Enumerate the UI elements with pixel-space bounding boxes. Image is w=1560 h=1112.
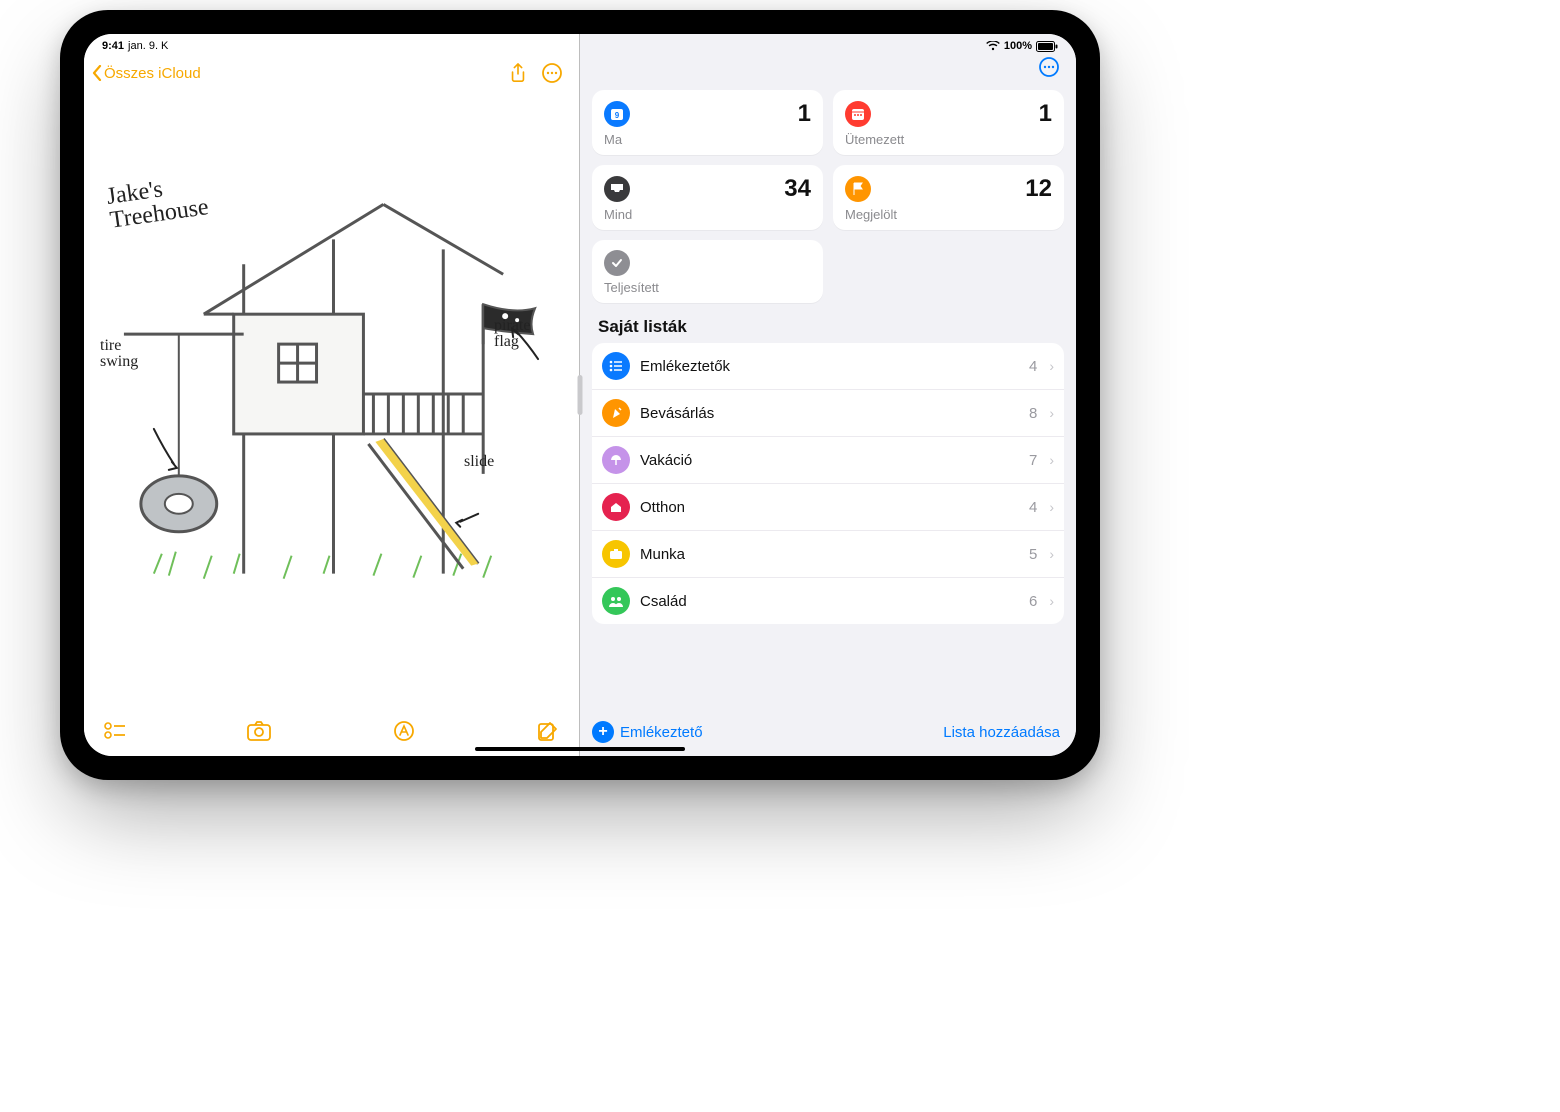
compose-button[interactable] bbox=[535, 718, 561, 744]
list-count: 7 bbox=[1029, 452, 1037, 469]
add-reminder-label: Emlékeztető bbox=[620, 724, 703, 741]
summary-card-scheduled[interactable]: 1 Ütemezett bbox=[833, 90, 1064, 155]
markup-icon bbox=[393, 720, 415, 742]
sketch-label-tire-swing: tire swing bbox=[100, 338, 138, 370]
ellipsis-circle-icon bbox=[1038, 56, 1060, 78]
list-count: 5 bbox=[1029, 546, 1037, 563]
list-name: Bevásárlás bbox=[640, 405, 1019, 422]
chevron-right-icon: › bbox=[1049, 546, 1054, 562]
notes-header: Összes iCloud bbox=[84, 34, 579, 92]
list-row-vacation[interactable]: Vakáció 7 › bbox=[592, 437, 1064, 484]
more-button[interactable] bbox=[539, 60, 565, 86]
briefcase-icon bbox=[602, 540, 630, 568]
calendar-icon bbox=[845, 101, 871, 127]
markup-button[interactable] bbox=[391, 718, 417, 744]
list-name: Vakáció bbox=[640, 452, 1019, 469]
list-row-work[interactable]: Munka 5 › bbox=[592, 531, 1064, 578]
camera-button[interactable] bbox=[246, 718, 272, 744]
summary-label-flagged: Megjelölt bbox=[845, 207, 1052, 222]
reminders-header bbox=[580, 34, 1076, 84]
list-row-family[interactable]: Család 6 › bbox=[592, 578, 1064, 624]
add-reminder-button[interactable]: + Emlékeztető bbox=[592, 721, 703, 743]
ipad-screen: 9:41 jan. 9. K 100% Összes iCloud bbox=[84, 34, 1076, 756]
chevron-right-icon: › bbox=[1049, 499, 1054, 515]
list-name: Család bbox=[640, 593, 1019, 610]
split-view-divider[interactable] bbox=[578, 375, 583, 415]
lists-section-title: Saját listák bbox=[580, 303, 1076, 341]
reminders-app-pane: 9 1 Ma 1 Ütemezett bbox=[580, 34, 1076, 756]
back-label: Összes iCloud bbox=[104, 65, 201, 82]
home-indicator[interactable] bbox=[475, 747, 685, 751]
sketch-label-slide: slide bbox=[464, 453, 494, 471]
checklist-icon bbox=[104, 722, 126, 740]
svg-text:9: 9 bbox=[615, 111, 620, 120]
list-count: 8 bbox=[1029, 405, 1037, 422]
notes-app-pane: Összes iCloud bbox=[84, 34, 580, 756]
summary-card-completed[interactable]: Teljesített bbox=[592, 240, 823, 303]
chevron-right-icon: › bbox=[1049, 452, 1054, 468]
carrot-icon bbox=[602, 399, 630, 427]
summary-grid: 9 1 Ma 1 Ütemezett bbox=[580, 84, 1076, 303]
summary-card-flagged[interactable]: 12 Megjelölt bbox=[833, 165, 1064, 230]
list-row-home[interactable]: Otthon 4 › bbox=[592, 484, 1064, 531]
list-count: 6 bbox=[1029, 593, 1037, 610]
tray-icon bbox=[604, 176, 630, 202]
camera-icon bbox=[247, 721, 271, 741]
reminders-more-button[interactable] bbox=[1036, 54, 1062, 80]
chevron-left-icon bbox=[92, 65, 102, 81]
chevron-right-icon: › bbox=[1049, 358, 1054, 374]
summary-label-all: Mind bbox=[604, 207, 811, 222]
summary-count-flagged: 12 bbox=[1025, 175, 1052, 203]
list-row-shopping[interactable]: Bevásárlás 8 › bbox=[592, 390, 1064, 437]
sketch-label-pirate-flag: pirate flag bbox=[494, 318, 530, 350]
summary-count-scheduled: 1 bbox=[1039, 100, 1052, 128]
add-list-button[interactable]: Lista hozzáadása bbox=[943, 724, 1060, 741]
summary-label-scheduled: Ütemezett bbox=[845, 132, 1052, 147]
chevron-right-icon: › bbox=[1049, 593, 1054, 609]
summary-label-completed: Teljesített bbox=[604, 280, 811, 295]
back-button[interactable]: Összes iCloud bbox=[92, 65, 201, 82]
ellipsis-circle-icon bbox=[541, 62, 563, 84]
plus-circle-icon: + bbox=[592, 721, 614, 743]
chevron-right-icon: › bbox=[1049, 405, 1054, 421]
people-icon bbox=[602, 587, 630, 615]
list-name: Munka bbox=[640, 546, 1019, 563]
list-count: 4 bbox=[1029, 358, 1037, 375]
ipad-device-frame: 9:41 jan. 9. K 100% Összes iCloud bbox=[60, 10, 1100, 780]
share-icon bbox=[509, 63, 527, 83]
list-count: 4 bbox=[1029, 499, 1037, 516]
umbrella-icon bbox=[602, 446, 630, 474]
summary-label-today: Ma bbox=[604, 132, 811, 147]
list-row-reminders[interactable]: Emlékeztetők 4 › bbox=[592, 343, 1064, 390]
flag-icon bbox=[845, 176, 871, 202]
summary-card-all[interactable]: 34 Mind bbox=[592, 165, 823, 230]
list-name: Otthon bbox=[640, 499, 1019, 516]
summary-card-today[interactable]: 9 1 Ma bbox=[592, 90, 823, 155]
summary-count-today: 1 bbox=[798, 100, 811, 128]
today-icon: 9 bbox=[604, 101, 630, 127]
house-icon bbox=[602, 493, 630, 521]
note-drawing-canvas[interactable]: Jake's Treehouse tire swing pirate flag … bbox=[84, 98, 579, 710]
summary-count-all: 34 bbox=[784, 175, 811, 203]
share-button[interactable] bbox=[505, 60, 531, 86]
compose-icon bbox=[537, 720, 559, 742]
lists-container: Emlékeztetők 4 › Bevásárlás 8 › Va bbox=[592, 343, 1064, 624]
check-icon bbox=[604, 250, 630, 276]
list-name: Emlékeztetők bbox=[640, 358, 1019, 375]
list-icon bbox=[602, 352, 630, 380]
checklist-button[interactable] bbox=[102, 718, 128, 744]
